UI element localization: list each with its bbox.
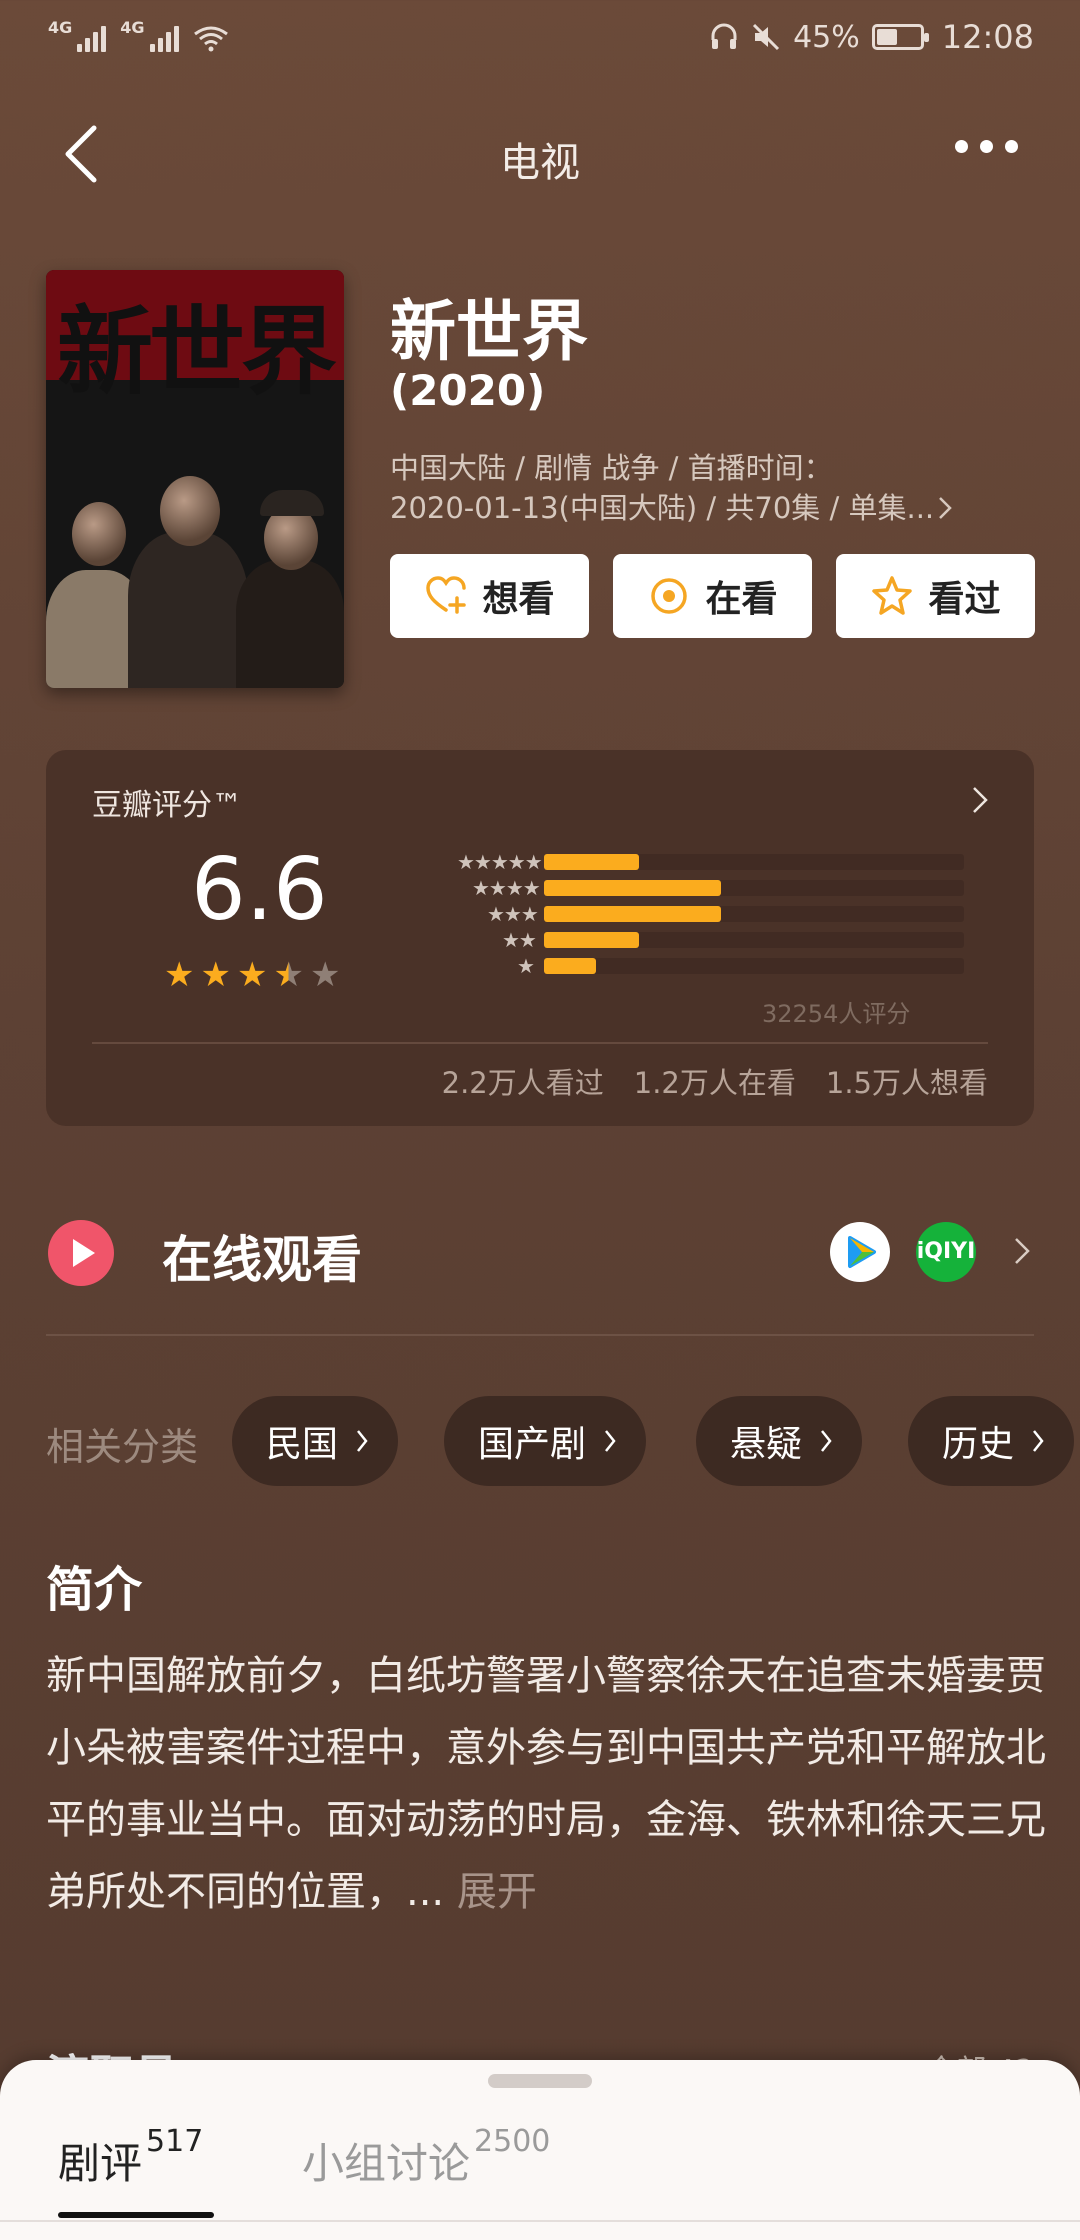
stat-want: 1.5万人想看 <box>825 1066 988 1100</box>
histogram-star-label: ★★★★★ <box>457 850 543 874</box>
rating-star: ★ <box>164 955 195 995</box>
histogram-row: ★ <box>378 954 978 978</box>
wifi-icon <box>193 26 228 52</box>
headphones-icon <box>711 23 737 49</box>
histogram-bar <box>544 906 721 922</box>
watch-online-row[interactable]: 在线观看 iQIYI <box>46 1210 1034 1330</box>
bottom-sheet[interactable]: 剧评 517 小组讨论 2500 <box>0 2060 1080 2240</box>
intro-title: 简介 <box>46 1562 143 1618</box>
chevron-right-icon <box>973 787 988 813</box>
tab-count: 2500 <box>474 2124 551 2159</box>
histogram-row: ★★★★ <box>378 876 978 900</box>
divider <box>46 1334 1034 1336</box>
rating-star: ★ <box>309 955 341 995</box>
stat-watching: 1.2万人在看 <box>633 1066 796 1100</box>
chip-label: 民国 <box>266 1424 339 1465</box>
histogram-bar <box>544 854 639 870</box>
chevron-right-icon <box>821 1430 832 1452</box>
rating-star: ★ <box>200 955 231 995</box>
rating-count: 32254人评分 <box>762 1000 911 1028</box>
watching-button[interactable]: 在看 <box>613 554 812 638</box>
chevron-right-icon <box>1015 1238 1030 1264</box>
want-button[interactable]: 想看 <box>390 554 589 638</box>
tab-count: 517 <box>146 2124 204 2159</box>
meta-line-1: 中国大陆 / 剧情 战争 / 首播时间： <box>390 451 833 485</box>
chip-label: 悬疑 <box>730 1424 803 1465</box>
histogram-bar <box>544 958 596 974</box>
stat-watched: 2.2万人看过 <box>441 1066 604 1100</box>
want-label: 想看 <box>482 579 555 620</box>
histogram-bar <box>544 880 721 896</box>
battery-percent: 45% <box>793 19 860 55</box>
chip-label: 历史 <box>942 1424 1015 1465</box>
watched-label: 看过 <box>928 579 1001 620</box>
related-categories: 相关分类 民国 国产剧 悬疑 历史 <box>46 1396 1080 1486</box>
nav-bar: 电视 <box>0 110 1080 200</box>
rating-stars: ★ ★ ★ ★ ★ <box>164 958 340 992</box>
chevron-right-icon <box>939 497 952 519</box>
movie-title: 新世界 <box>390 293 588 370</box>
page-title: 电视 <box>500 140 580 186</box>
histogram-row: ★★★ <box>378 902 978 926</box>
tab-label: 剧评 <box>58 2139 143 2188</box>
histogram-row: ★★★★★ <box>378 850 978 874</box>
intro-body: 新中国解放前夕，白纸坊警署小警察徐天在追查未婚妻贾小朵被害案件过程中，意外参与到… <box>46 1653 1046 1915</box>
category-chip-history[interactable]: 历史 <box>908 1396 1075 1486</box>
watched-button[interactable]: 看过 <box>836 554 1035 638</box>
tab-reviews[interactable]: 剧评 517 <box>58 2124 203 2191</box>
divider <box>0 2220 1080 2222</box>
histogram-star-label: ★★ <box>502 928 537 952</box>
watch-online-title: 在线观看 <box>162 1231 362 1289</box>
expand-link[interactable]: 展开 <box>457 1869 537 1915</box>
status-bar: 4G 4G 45% 12:08 <box>0 0 1080 80</box>
tab-group-discussion[interactable]: 小组讨论 2500 <box>302 2124 550 2191</box>
poster-title: 新世界 <box>57 296 337 408</box>
rating-score: 6.6 <box>191 840 328 940</box>
more-icon[interactable] <box>955 140 1018 153</box>
rating-star: ★ <box>273 955 304 995</box>
histogram-star-label: ★ <box>517 954 535 978</box>
star-icon <box>872 576 913 615</box>
category-chip-domestic[interactable]: 国产剧 <box>444 1396 647 1486</box>
movie-year: (2020) <box>390 366 546 415</box>
clock: 12:08 <box>941 18 1034 56</box>
action-buttons: 想看 在看 看过 <box>390 554 1035 638</box>
poster-image[interactable]: 新世界 <box>46 270 344 688</box>
chevron-right-icon <box>357 1430 368 1452</box>
target-icon <box>651 578 688 614</box>
category-chip-minguo[interactable]: 民国 <box>232 1396 399 1486</box>
rating-star: ★ <box>236 955 268 995</box>
watching-label: 在看 <box>705 579 778 620</box>
tab-active-indicator <box>58 2212 214 2218</box>
signal-icon: 4G <box>120 18 179 52</box>
tencent-video-icon[interactable] <box>830 1222 890 1282</box>
categories-label: 相关分类 <box>46 1425 199 1469</box>
histogram-star-label: ★★★ <box>487 902 539 926</box>
rating-stats: 2.2万人看过 1.2万人在看 1.5万人想看 <box>442 1060 988 1102</box>
meta-line-2: 2020-01-13(中国大陆) / 共70集 / 单集... <box>390 491 935 525</box>
histogram-star-label: ★★★★ <box>472 876 541 900</box>
intro-text[interactable]: 新中国解放前夕，白纸坊警署小警察徐天在追查未婚妻贾小朵被害案件过程中，意外参与到… <box>46 1640 1046 1928</box>
mute-icon <box>753 23 780 51</box>
histogram-track <box>544 958 964 974</box>
iqiyi-icon[interactable]: iQIYI <box>916 1222 976 1282</box>
chevron-right-icon <box>605 1430 616 1452</box>
play-icon <box>48 1220 114 1286</box>
chip-label: 国产剧 <box>478 1424 587 1465</box>
signal-icon: 4G <box>48 18 107 52</box>
histogram-row: ★★ <box>378 928 978 952</box>
chevron-right-icon <box>1033 1430 1044 1452</box>
battery-icon <box>871 24 929 50</box>
histogram-bar <box>544 932 639 948</box>
divider <box>92 1042 988 1044</box>
heart-plus-icon <box>426 576 467 614</box>
drag-handle[interactable] <box>488 2074 592 2088</box>
movie-meta[interactable]: 中国大陆 / 剧情 战争 / 首播时间： 2020-01-13(中国大陆) / … <box>390 448 1010 528</box>
rating-card[interactable]: 豆瓣评分™ 6.6 ★ ★ ★ ★ ★ ★★★★★ ★★★★ ★★★ ★★ ★ 32254人评分… <box>46 750 1034 1126</box>
rating-label: 豆瓣评分™ <box>92 788 242 823</box>
tab-label: 小组讨论 <box>302 2139 471 2188</box>
category-chip-mystery[interactable]: 悬疑 <box>696 1396 863 1486</box>
